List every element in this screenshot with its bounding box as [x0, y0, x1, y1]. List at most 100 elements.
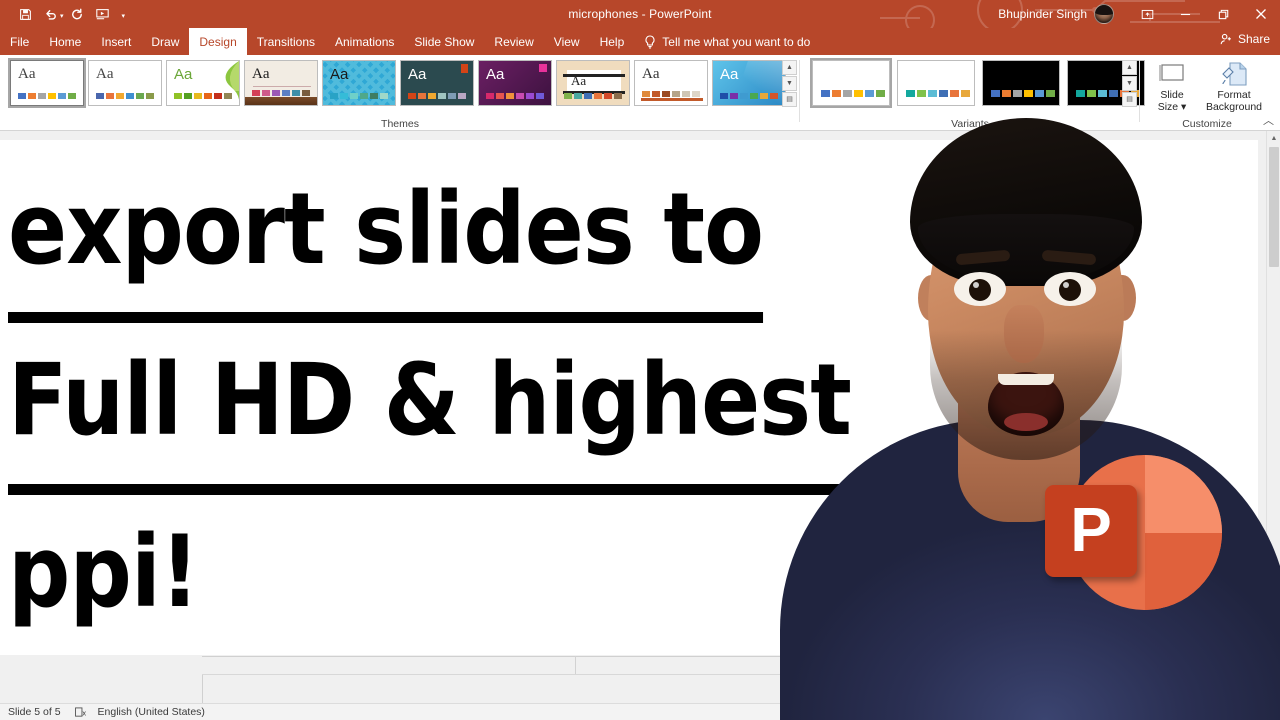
dividend-accent	[461, 64, 468, 73]
theme-aa-label: Aa	[408, 66, 427, 83]
user-name: Bhupinder Singh	[998, 7, 1087, 21]
scrollbar-thumb[interactable]	[1269, 147, 1279, 267]
theme-aa-label: Aa	[642, 66, 660, 82]
slide-line-1: export slides to	[8, 152, 1008, 324]
window-controls-area: Bhupinder Singh	[998, 0, 1280, 28]
title-bar: ▾ ▾ microphones - PowerPoint Bhupinder S…	[0, 0, 1280, 28]
theme-swatches	[18, 93, 76, 99]
theme-aa-label: Aa	[330, 66, 349, 83]
tab-review[interactable]: Review	[484, 28, 543, 55]
slideshow-icon[interactable]	[90, 2, 116, 26]
themes-scroll-down-icon[interactable]: ▼	[782, 76, 797, 91]
theme-aa-label: Aa	[571, 73, 587, 88]
tell-me-box[interactable]: Tell me what you want to do	[634, 28, 820, 55]
save-icon[interactable]	[12, 2, 38, 26]
theme-aa-label: Aa	[252, 66, 270, 82]
theme-swatches	[252, 90, 310, 96]
theme-thumb-office-theme[interactable]: Aa	[8, 58, 86, 108]
berlin-accent	[539, 64, 547, 72]
theme-thumb-wood-type-theme[interactable]: Aa	[244, 60, 318, 106]
tab-design[interactable]: Design	[189, 28, 247, 55]
theme-swatches	[486, 93, 544, 99]
variants-scroll-up-icon[interactable]: ▲	[1122, 60, 1137, 75]
share-button[interactable]: Share	[1220, 32, 1270, 46]
variant-thumb-variant-3[interactable]	[982, 60, 1060, 106]
group-label-customize: Customize	[1182, 118, 1232, 130]
spellcheck-status[interactable]: x	[61, 706, 88, 718]
themes-more-icon[interactable]: ▤	[782, 92, 797, 107]
slide-scrollbar[interactable]: ▲ ▼	[1266, 131, 1280, 703]
slide-counter-label: Slide 5 of 5	[8, 706, 61, 718]
theme-swatches	[564, 93, 622, 99]
variants-scroll-down-icon[interactable]: ▼	[1122, 76, 1137, 91]
group-themes: Aa Aa Aa Aa Aa Aa Aa Aa Aa Aa ▲ ▼ ▤ Them…	[0, 55, 800, 131]
variants-more-icon[interactable]: ▤	[1122, 92, 1137, 107]
slide-editing-area: export slides to Full HD & highest ppi!	[0, 131, 1258, 667]
variants-scroll-spinner: ▲ ▼ ▤	[1122, 60, 1137, 107]
ribbon-design: Aa Aa Aa Aa Aa Aa Aa Aa Aa Aa ▲ ▼ ▤ Them…	[0, 55, 1280, 131]
theme-thumb-quotable-theme[interactable]: Aa	[322, 60, 396, 106]
redo-icon[interactable]	[64, 2, 90, 26]
chevron-up-icon[interactable]: ︿	[1263, 112, 1274, 128]
theme-swatches	[330, 93, 388, 99]
ribbon-options-icon[interactable]	[1128, 0, 1166, 28]
customize-qat-icon[interactable]: ▾	[122, 9, 126, 20]
minimize-icon[interactable]	[1166, 0, 1204, 28]
quick-access-toolbar: ▾ ▾	[0, 2, 125, 26]
language-status[interactable]: English (United States)	[88, 706, 205, 718]
slide-size-icon	[1157, 59, 1187, 89]
slide-line-3: ppi!	[8, 495, 1008, 667]
tab-animations[interactable]: Animations	[325, 28, 404, 55]
tab-file[interactable]: File	[0, 28, 39, 55]
tab-slide-show[interactable]: Slide Show	[404, 28, 484, 55]
theme-swatches	[642, 91, 700, 97]
theme-aa-label: Aa	[96, 66, 114, 82]
format-background-label-2: Background	[1205, 101, 1263, 114]
avatar[interactable]	[1094, 4, 1114, 24]
format-background-label-1: Format	[1217, 89, 1251, 101]
tab-view[interactable]: View	[544, 28, 590, 55]
slide-title-textbox[interactable]: export slides to Full HD & highest ppi!	[8, 152, 1008, 667]
restore-icon[interactable]	[1204, 0, 1242, 28]
variant-thumb-variant-1[interactable]	[810, 58, 892, 108]
slide-line-1-text: export slides to	[8, 152, 764, 324]
variant-thumb-variant-2[interactable]	[897, 60, 975, 106]
themes-scroll-up-icon[interactable]: ▲	[782, 60, 797, 75]
lightbulb-icon	[644, 34, 656, 49]
slide-counter[interactable]: Slide 5 of 5	[0, 706, 61, 718]
close-icon[interactable]	[1242, 0, 1280, 28]
theme-aa-label: Aa	[174, 66, 193, 83]
scroll-down-icon[interactable]: ▼	[1267, 689, 1280, 703]
theme-thumb-dividend-theme[interactable]: Aa	[400, 60, 474, 106]
theme-swatches	[720, 93, 778, 99]
workspace: export slides to Full HD & highest ppi! …	[0, 131, 1280, 720]
theme-thumb-berlin-theme[interactable]: Aa	[478, 60, 552, 106]
theme-swatches	[96, 93, 154, 99]
theme-thumb-wisp-theme[interactable]: Aa	[556, 60, 630, 106]
slide-line-2: Full HD & highest	[8, 323, 1008, 495]
tab-insert[interactable]: Insert	[91, 28, 141, 55]
group-customize: Slide Size ▾ Format Background Customize	[1140, 55, 1280, 131]
current-slide[interactable]: export slides to Full HD & highest ppi!	[0, 140, 1258, 667]
tab-help[interactable]: Help	[590, 28, 635, 55]
slide-size-label-1: Slide	[1160, 89, 1184, 101]
theme-thumb-facet-theme[interactable]: Aa	[166, 60, 240, 106]
notes-top-line	[202, 656, 1280, 657]
theme-swatches	[408, 93, 466, 99]
group-label-variants: Variants	[951, 118, 989, 130]
format-background-button[interactable]: Format Background	[1198, 59, 1270, 113]
tab-draw[interactable]: Draw	[141, 28, 189, 55]
tab-transitions[interactable]: Transitions	[247, 28, 325, 55]
scroll-up-icon[interactable]: ▲	[1267, 131, 1280, 145]
theme-thumb-celestial-theme[interactable]: Aa	[712, 60, 786, 106]
share-person-icon	[1220, 33, 1233, 46]
themes-gallery: Aa Aa Aa Aa Aa Aa Aa Aa Aa Aa	[8, 58, 786, 108]
tab-home[interactable]: Home	[39, 28, 91, 55]
language-label: English (United States)	[97, 706, 205, 718]
format-background-icon	[1219, 59, 1249, 89]
theme-thumb-badge-theme[interactable]: Aa	[634, 60, 708, 106]
badge-underline	[641, 98, 703, 101]
theme-thumb-theme-2[interactable]: Aa	[88, 60, 162, 106]
variant-swatches	[906, 90, 970, 97]
slide-size-button[interactable]: Slide Size ▾	[1148, 59, 1196, 113]
